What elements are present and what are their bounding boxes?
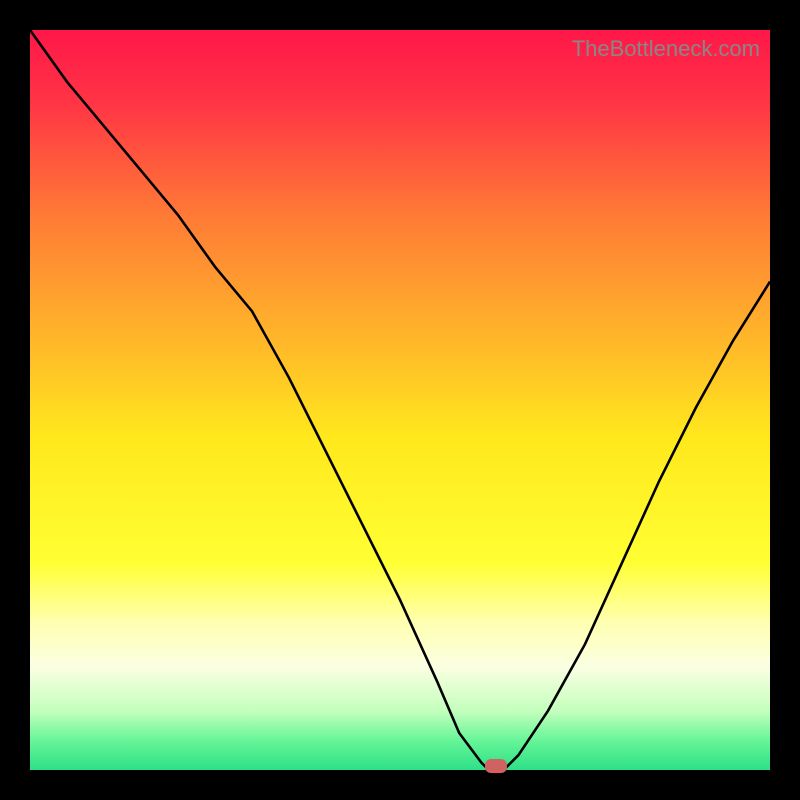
bottleneck-curve bbox=[30, 30, 770, 770]
optimum-marker bbox=[485, 759, 507, 773]
watermark-text: TheBottleneck.com bbox=[572, 36, 760, 62]
outer-frame: TheBottleneck.com bbox=[0, 0, 800, 800]
plot-area: TheBottleneck.com bbox=[30, 30, 770, 770]
